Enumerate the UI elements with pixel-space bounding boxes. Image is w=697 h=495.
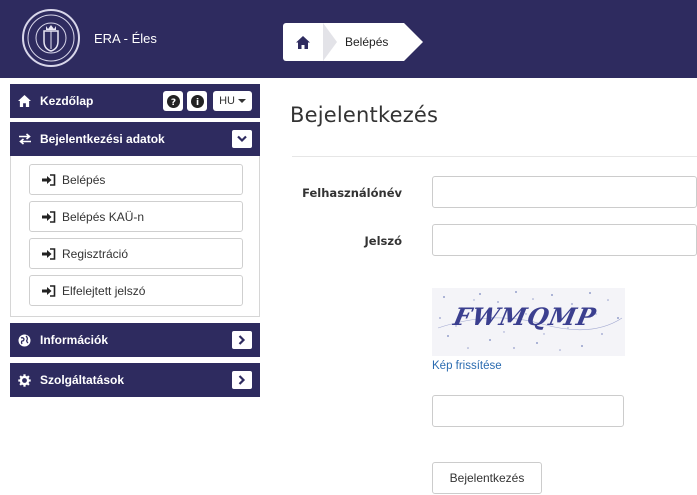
svg-text:i: i (196, 98, 199, 108)
login-panel-title: Bejelentkezési adatok (40, 132, 165, 146)
brand[interactable]: ERA - Éles (22, 8, 157, 68)
captcha-refresh-link[interactable]: Kép frissítése (432, 360, 502, 372)
info-panel-header[interactable]: Információk (10, 323, 260, 357)
info-circle-icon: i (190, 94, 204, 108)
services-panel-header[interactable]: Szolgáltatások (10, 363, 260, 397)
breadcrumb-current-label: Belépés (345, 35, 389, 49)
collapse-toggle[interactable] (232, 130, 252, 148)
breadcrumb-current: Belépés (323, 23, 424, 61)
title-divider (292, 156, 697, 157)
language-selector-label: HU (219, 95, 235, 107)
caret-down-icon (238, 99, 246, 103)
menu-item-login-kau[interactable]: Belépés KAÜ-n (29, 201, 243, 232)
info-panel-title: Információk (40, 333, 109, 347)
app-title: ERA - Éles (94, 30, 157, 46)
coat-of-arms-logo (22, 9, 80, 67)
home-icon (296, 35, 310, 49)
login-panel-body: Belépés Belépés KAÜ-n Regisztráció Elfel… (10, 156, 260, 317)
login-button[interactable]: Bejelentkezés (432, 462, 542, 494)
exchange-icon (18, 133, 32, 145)
svg-text:?: ? (170, 98, 175, 108)
captcha-text: FWMQMP (450, 302, 600, 331)
home-icon (18, 95, 32, 107)
login-panel-header[interactable]: Bejelentkezési adatok (10, 122, 260, 156)
menu-item-forgot-password[interactable]: Elfelejtett jelszó (29, 275, 243, 306)
help-button[interactable]: ? (163, 91, 184, 111)
menu-item-registration[interactable]: Regisztráció (29, 238, 243, 269)
sign-in-icon (42, 210, 56, 223)
chevron-right-icon (238, 375, 246, 385)
chevron-right-icon (238, 335, 246, 345)
username-label: Felhasználónév (302, 186, 402, 200)
sign-in-icon (42, 173, 56, 186)
breadcrumb: Belépés (283, 23, 424, 61)
captcha-image: FWMQMP (432, 288, 625, 356)
sidebar: Kezdőlap ? i HU Bejelentkezési adatok Be… (10, 84, 260, 397)
page-title: Bejelentkezés (290, 103, 439, 127)
menu-item-label: Regisztráció (62, 246, 129, 261)
info-button[interactable]: i (187, 91, 208, 111)
password-label: Jelszó (364, 234, 402, 248)
services-panel-title: Szolgáltatások (40, 373, 125, 387)
sidebar-home-link[interactable]: Kezdőlap (40, 94, 159, 108)
chevron-down-icon (237, 135, 247, 143)
expand-toggle[interactable] (232, 371, 252, 389)
password-input[interactable] (432, 224, 697, 256)
top-bar: ERA - Éles Belépés (0, 0, 697, 78)
sign-in-icon (42, 284, 56, 297)
gear-icon (18, 373, 32, 387)
username-input[interactable] (432, 176, 697, 208)
question-circle-icon: ? (166, 94, 180, 108)
captcha-input[interactable] (432, 395, 624, 427)
menu-item-label: Belépés (62, 172, 106, 187)
expand-toggle[interactable] (232, 331, 252, 349)
menu-item-label: Belépés KAÜ-n (62, 209, 145, 224)
menu-item-login[interactable]: Belépés (29, 164, 243, 195)
globe-icon (18, 334, 32, 347)
sign-in-icon (42, 247, 56, 260)
menu-item-label: Elfelejtett jelszó (62, 283, 146, 298)
sidebar-home-row: Kezdőlap ? i HU (10, 84, 260, 118)
language-selector[interactable]: HU (213, 91, 252, 111)
breadcrumb-home[interactable] (283, 23, 323, 61)
